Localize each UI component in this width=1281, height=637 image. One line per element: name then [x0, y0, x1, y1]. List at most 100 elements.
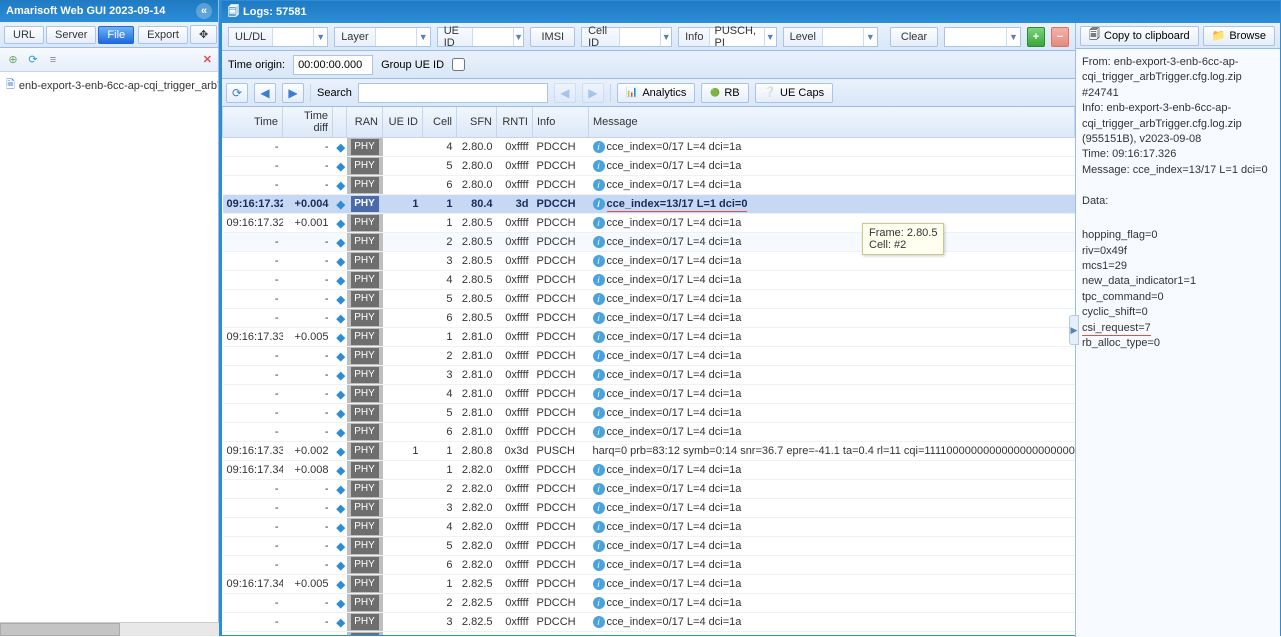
ran-badge: PHY	[351, 272, 379, 288]
level-combo[interactable]: Level ▼	[783, 27, 878, 47]
col-dir[interactable]	[333, 107, 347, 138]
info-icon: i	[593, 464, 605, 476]
ueid-combo[interactable]: UE ID ▼	[437, 27, 525, 47]
table-row[interactable]: --◆PHY52.80.50xffffPDCCHicce_index=0/17 …	[223, 290, 1075, 309]
refresh-icon[interactable]: ⟳	[26, 53, 40, 67]
table-row[interactable]: --◆PHY22.80.50xffffPDCCHicce_index=0/17 …	[223, 233, 1075, 252]
info-icon: i	[593, 350, 605, 362]
info-icon: i	[593, 160, 605, 172]
search-input[interactable]	[358, 83, 548, 103]
close-icon[interactable]: ✕	[203, 53, 212, 66]
col-cell[interactable]: Cell	[423, 107, 457, 138]
search-prev-icon[interactable]: ◀	[554, 83, 576, 103]
info-icon: i	[593, 426, 605, 438]
scrollbar-thumb[interactable]	[0, 623, 120, 636]
uldl-combo[interactable]: UL/DL ▼	[228, 27, 328, 47]
group-ue-checkbox[interactable]	[452, 58, 465, 71]
expand-icon[interactable]: ⊕	[6, 53, 20, 67]
data-line: hopping_flag=0	[1082, 228, 1274, 243]
table-row[interactable]: --◆PHY42.82.00xffffPDCCHicce_index=0/17 …	[223, 518, 1075, 537]
table-row[interactable]: --◆PHY42.81.00xffffPDCCHicce_index=0/17 …	[223, 385, 1075, 404]
ran-badge: PHY	[351, 291, 379, 307]
chevron-down-icon: ▼	[863, 28, 877, 46]
table-row[interactable]: --◆PHY32.82.00xffffPDCCHicce_index=0/17 …	[223, 499, 1075, 518]
col-ueid[interactable]: UE ID	[383, 107, 423, 138]
time-origin-input[interactable]	[293, 55, 373, 75]
browse-button[interactable]: 📁Browse	[1203, 26, 1275, 46]
search-next-icon[interactable]: ▶	[582, 83, 604, 103]
table-row[interactable]: --◆PHY32.80.50xffffPDCCHicce_index=0/17 …	[223, 252, 1075, 271]
server-button[interactable]: Server	[46, 26, 96, 44]
imsi-button[interactable]: IMSI	[530, 27, 575, 47]
tab-icon: 🗐	[228, 3, 239, 22]
settings-icon[interactable]: ✥	[190, 25, 217, 44]
file-icon: 🗎	[6, 76, 15, 95]
data-line: new_data_indicator1=1	[1082, 274, 1274, 289]
data-line: csi_request=7	[1082, 321, 1274, 336]
reload-icon[interactable]: ⟳	[226, 83, 248, 103]
direction-icon: ◆	[337, 142, 345, 154]
table-row[interactable]: --◆PHY22.82.00xffffPDCCHicce_index=0/17 …	[223, 480, 1075, 499]
info-icon: i	[593, 521, 605, 533]
col-rnti[interactable]: RNTI	[497, 107, 533, 138]
table-row[interactable]: --◆PHY22.82.50xffffPDCCHicce_index=0/17 …	[223, 594, 1075, 613]
table-row[interactable]: --◆PHY52.81.00xffffPDCCHicce_index=0/17 …	[223, 404, 1075, 423]
cellid-combo[interactable]: Cell ID ▼	[581, 27, 672, 47]
collapse-sidebar-icon[interactable]: «	[196, 3, 212, 19]
file-button[interactable]: File	[98, 26, 134, 44]
detail-info: Info: enb-export-3-enb-6cc-ap-cqi_trigge…	[1082, 101, 1274, 147]
analytics-button[interactable]: Analytics	[617, 83, 695, 103]
table-row[interactable]: --◆PHY62.80.00xffffPDCCHicce_index=0/17 …	[223, 176, 1075, 195]
col-diff[interactable]: Time diff	[283, 107, 333, 138]
logs-tab[interactable]: 🗐 Logs: 57581	[222, 1, 1280, 23]
preset-combo[interactable]: ▼	[944, 27, 1021, 47]
chevron-down-icon: ▼	[764, 28, 776, 46]
table-row[interactable]: 09:16:17.347+0.005◆PHY12.82.50xffffPDCCH…	[223, 575, 1075, 594]
table-row[interactable]: --◆PHY62.82.00xffffPDCCHicce_index=0/17 …	[223, 556, 1075, 575]
prev-icon[interactable]: ◀	[254, 83, 276, 103]
file-tree-item[interactable]: 🗎 enb-export-3-enb-6cc-ap-cqi_trigger_ar…	[0, 72, 218, 99]
table-row[interactable]: --◆PHY62.81.00xffffPDCCHicce_index=0/17 …	[223, 423, 1075, 442]
table-row[interactable]: --◆PHY62.80.50xffffPDCCHicce_index=0/17 …	[223, 309, 1075, 328]
table-row[interactable]: 09:16:17.332+0.005◆PHY12.81.00xffffPDCCH…	[223, 328, 1075, 347]
table-row[interactable]: --◆PHY52.82.00xffffPDCCHicce_index=0/17 …	[223, 537, 1075, 556]
uecaps-button[interactable]: UE Caps	[755, 83, 833, 103]
table-row[interactable]: --◆PHY32.81.00xffffPDCCHicce_index=0/17 …	[223, 366, 1075, 385]
chevron-down-icon: ▼	[1006, 28, 1020, 46]
info-icon: i	[593, 540, 605, 552]
folder-icon: 📁	[1212, 29, 1226, 42]
table-row[interactable]: --◆PHY42.82.50xffffPDCCHicce_index=0/17 …	[223, 632, 1075, 636]
cell-tooltip: Frame: 2.80.5 Cell: #2	[862, 223, 944, 255]
info-combo[interactable]: InfoPUSCH, PI▼	[678, 27, 776, 47]
table-row[interactable]: 09:16:17.326+0.004◆PHY1180.43dPDCCHicce_…	[223, 195, 1075, 214]
table-row[interactable]: --◆PHY42.80.00xffffPDCCHicce_index=0/17 …	[223, 138, 1075, 157]
detail-message: Message: cce_index=13/17 L=1 dci=0	[1082, 163, 1274, 178]
table-row[interactable]: 09:16:17.334+0.002◆PHY112.80.80x3dPUSCHh…	[223, 442, 1075, 461]
right-collapse-handle[interactable]: ▶	[1069, 315, 1079, 345]
add-button[interactable]: +	[1027, 27, 1045, 47]
log-grid[interactable]: Time Time diff RAN UE ID Cell SFN RNTI I…	[222, 107, 1075, 635]
table-row[interactable]: --◆PHY42.80.50xffffPDCCHicce_index=0/17 …	[223, 271, 1075, 290]
layer-combo[interactable]: Layer ▼	[334, 27, 431, 47]
export-button[interactable]: Export	[138, 26, 188, 44]
direction-icon: ◆	[337, 351, 345, 363]
col-sfn[interactable]: SFN	[457, 107, 497, 138]
table-row[interactable]: 09:16:17.327+0.001◆PHY12.80.50xffffPDCCH…	[223, 214, 1075, 233]
clear-button[interactable]: Clear	[890, 27, 938, 47]
col-info[interactable]: Info	[533, 107, 589, 138]
copy-button[interactable]: 🗐Copy to clipboard	[1080, 26, 1199, 46]
col-msg[interactable]: Message	[589, 107, 1075, 138]
url-button[interactable]: URL	[4, 26, 44, 44]
col-ran[interactable]: RAN	[347, 107, 383, 138]
col-time[interactable]: Time	[223, 107, 283, 138]
rb-button[interactable]: RB	[701, 83, 748, 103]
table-row[interactable]: --◆PHY52.80.00xffffPDCCHicce_index=0/17 …	[223, 157, 1075, 176]
ran-badge: PHY	[351, 557, 379, 573]
table-row[interactable]: --◆PHY22.81.00xffffPDCCHicce_index=0/17 …	[223, 347, 1075, 366]
layers-icon[interactable]: ≡	[46, 53, 60, 67]
next-icon[interactable]: ▶	[282, 83, 304, 103]
table-row[interactable]: 09:16:17.342+0.008◆PHY12.82.00xffffPDCCH…	[223, 461, 1075, 480]
table-row[interactable]: --◆PHY32.82.50xffffPDCCHicce_index=0/17 …	[223, 613, 1075, 632]
sidebar-hscroll[interactable]	[0, 622, 219, 636]
direction-icon: ◆	[337, 598, 345, 610]
